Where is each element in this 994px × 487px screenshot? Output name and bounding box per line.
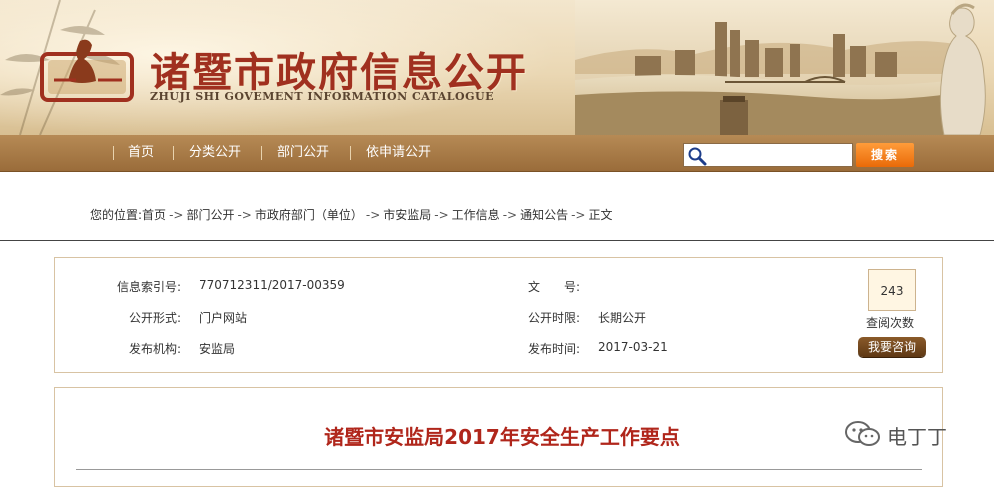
index-label: 信息索引号: <box>117 280 182 294</box>
nav-item-home[interactable]: 首页 <box>128 135 154 171</box>
date-label: 发布时间: <box>528 342 581 356</box>
nav-item-category[interactable]: 分类公开 <box>189 135 241 171</box>
period-value: 长期公开 <box>598 311 647 325</box>
consult-button[interactable]: 我要咨询 <box>858 337 926 357</box>
article-divider <box>76 469 922 470</box>
breadcrumb-item-department[interactable]: 部门公开 <box>186 208 234 222</box>
watermark-text: 电丁丁 <box>887 425 947 449</box>
breadcrumb-item-gov-departments[interactable]: 市政府部门（单位） <box>255 208 363 222</box>
article-title: 诸暨市安监局2017年安全生产工作要点 <box>324 425 680 449</box>
search-input[interactable] <box>710 146 848 164</box>
breadcrumb-separator: -> <box>434 208 449 222</box>
breadcrumb-item-current: 正文 <box>588 208 613 222</box>
view-count-label: 查阅次数 <box>866 316 915 330</box>
view-count: 243 <box>868 269 916 311</box>
city-skyline-image <box>575 0 955 135</box>
breadcrumb: 您的位置:首页 -> 部门公开 -> 市政府部门（单位） -> 市安监局 -> 工作信息 -> 通知… <box>90 206 613 223</box>
search-icon <box>688 147 707 166</box>
wechat-icon <box>845 421 880 446</box>
breadcrumb-separator: -> <box>237 208 252 222</box>
info-panel <box>54 257 943 373</box>
site-logo <box>40 39 134 102</box>
breadcrumb-item-notices[interactable]: 通知公告 <box>520 208 568 222</box>
form-label: 公开形式: <box>129 311 182 325</box>
breadcrumb-item-home[interactable]: 首页 <box>142 208 166 222</box>
breadcrumb-separator: -> <box>502 208 518 222</box>
breadcrumb-separator: -> <box>169 208 184 222</box>
date-value: 2017-03-21 <box>598 340 668 354</box>
org-label: 发布机构: <box>129 342 182 356</box>
breadcrumb-separator: -> <box>365 208 381 222</box>
divider <box>0 240 994 241</box>
site-subtitle: ZHUJI SHI GOVEMENT INFORMATION CATALOGUE <box>150 90 494 103</box>
breadcrumb-item-work-info[interactable]: 工作信息 <box>452 208 500 222</box>
breadcrumb-separator: -> <box>571 208 586 222</box>
docno-label: 文 号: <box>528 280 581 294</box>
nav-separator <box>350 146 351 160</box>
period-label: 公开时限: <box>528 311 581 325</box>
search-button[interactable]: 搜索 <box>856 143 914 167</box>
site-banner: 诸暨市政府信息公开 ZHUJI SHI GOVEMENT INFORMATION… <box>0 0 994 135</box>
nav-separator <box>173 146 174 160</box>
breadcrumb-item-safety-bureau[interactable]: 市安监局 <box>383 208 431 222</box>
form-value: 门户网站 <box>199 311 248 325</box>
nav-separator <box>261 146 262 160</box>
nav-item-department[interactable]: 部门公开 <box>277 135 329 171</box>
org-value: 安监局 <box>199 342 236 356</box>
nav-item-apply[interactable]: 依申请公开 <box>366 135 431 171</box>
index-value: 770712311/2017-00359 <box>199 278 345 292</box>
statue-image <box>939 3 986 135</box>
search-box <box>683 143 853 167</box>
nav-separator <box>113 146 114 160</box>
breadcrumb-prefix: 您的位置: <box>90 208 143 222</box>
